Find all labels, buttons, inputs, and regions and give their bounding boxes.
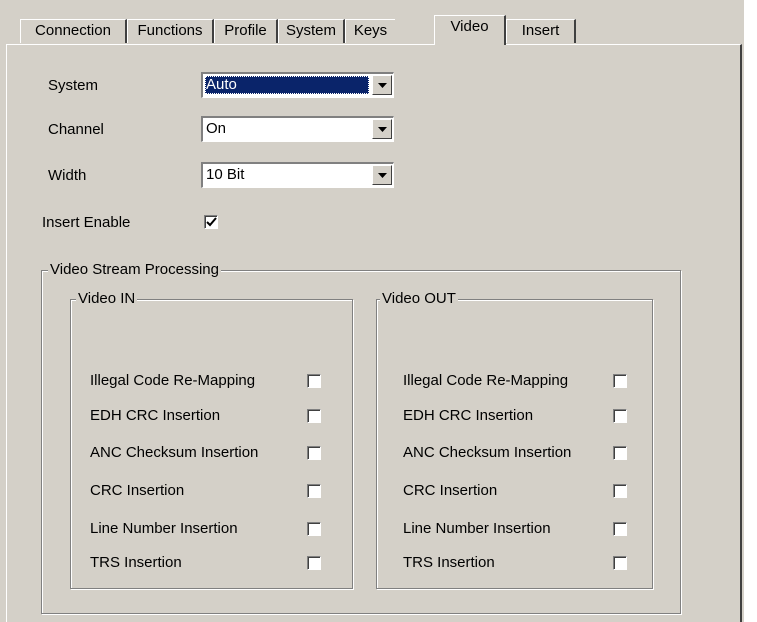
video-in-title: Video IN	[76, 290, 138, 308]
video-out-option-label: CRC Insertion	[403, 482, 498, 499]
system-dropdown-button[interactable]	[372, 75, 392, 95]
tab-insert[interactable]: Insert	[506, 19, 576, 43]
video-stream-processing-group: Video Stream Processing Video IN Illegal…	[41, 261, 681, 614]
width-select-value: 10 Bit	[206, 166, 245, 183]
channel-select-value: On	[206, 120, 227, 137]
tab-system[interactable]: System	[278, 19, 345, 43]
system-select[interactable]: Auto	[201, 72, 394, 98]
video-in-anc-checksum-insertion-checkbox[interactable]	[307, 446, 321, 460]
chevron-down-icon	[378, 127, 387, 132]
video-in-group: Video IN Illegal Code Re-Mapping EDH CRC…	[70, 290, 353, 589]
width-select[interactable]: 10 Bit	[201, 162, 394, 188]
tab-profile[interactable]: Profile	[214, 19, 278, 43]
channel-select[interactable]: On	[201, 116, 394, 142]
video-out-option-label: EDH CRC Insertion	[403, 407, 534, 424]
checkmark-icon	[206, 217, 217, 227]
window-edge	[744, 0, 757, 622]
video-out-title: Video OUT	[380, 290, 458, 308]
video-in-option-label: CRC Insertion	[90, 482, 185, 499]
video-out-line-number-insertion-checkbox[interactable]	[613, 522, 627, 536]
video-out-group: Video OUT Illegal Code Re-Mapping EDH CR…	[376, 290, 653, 589]
video-settings-window: Connection Functions Profile System Keys…	[0, 0, 757, 622]
video-in-trs-insertion-checkbox[interactable]	[307, 556, 321, 570]
video-out-option-label: ANC Checksum Insertion	[403, 444, 572, 461]
video-out-crc-insertion-checkbox[interactable]	[613, 484, 627, 498]
video-in-option-label: EDH CRC Insertion	[90, 407, 221, 424]
system-label: System	[48, 77, 99, 94]
chevron-down-icon	[378, 173, 387, 178]
channel-dropdown-button[interactable]	[372, 119, 392, 139]
tab-video[interactable]: Video	[434, 15, 506, 45]
video-out-option-label: Illegal Code Re-Mapping	[403, 372, 569, 389]
video-out-edh-crc-insertion-checkbox[interactable]	[613, 409, 627, 423]
video-in-option-label: TRS Insertion	[90, 554, 182, 571]
width-label: Width	[48, 167, 87, 184]
tab-keys[interactable]: Keys	[345, 19, 395, 43]
video-in-edh-crc-insertion-checkbox[interactable]	[307, 409, 321, 423]
video-out-trs-insertion-checkbox[interactable]	[613, 556, 627, 570]
video-in-option-label: Illegal Code Re-Mapping	[90, 372, 256, 389]
video-in-line-number-insertion-checkbox[interactable]	[307, 522, 321, 536]
tab-strip: Connection Functions Profile System Keys…	[20, 14, 757, 45]
video-in-illegal-code-remapping-checkbox[interactable]	[307, 374, 321, 388]
video-in-crc-insertion-checkbox[interactable]	[307, 484, 321, 498]
chevron-down-icon	[378, 83, 387, 88]
video-stream-processing-title: Video Stream Processing	[48, 261, 221, 279]
video-out-option-label: Line Number Insertion	[403, 520, 551, 537]
tab-functions[interactable]: Functions	[127, 19, 214, 43]
video-in-option-label: Line Number Insertion	[90, 520, 238, 537]
width-dropdown-button[interactable]	[372, 165, 392, 185]
tab-connection[interactable]: Connection	[20, 19, 127, 43]
video-out-option-label: TRS Insertion	[403, 554, 495, 571]
insert-enable-label: Insert Enable	[42, 214, 131, 231]
insert-enable-checkbox[interactable]	[204, 215, 218, 229]
video-in-option-label: ANC Checksum Insertion	[90, 444, 259, 461]
system-select-value: Auto	[205, 76, 369, 94]
video-out-anc-checksum-insertion-checkbox[interactable]	[613, 446, 627, 460]
channel-label: Channel	[48, 121, 104, 138]
video-tab-page: System Auto Channel On Width 10 Bit Inse…	[6, 44, 742, 622]
video-out-illegal-code-remapping-checkbox[interactable]	[613, 374, 627, 388]
